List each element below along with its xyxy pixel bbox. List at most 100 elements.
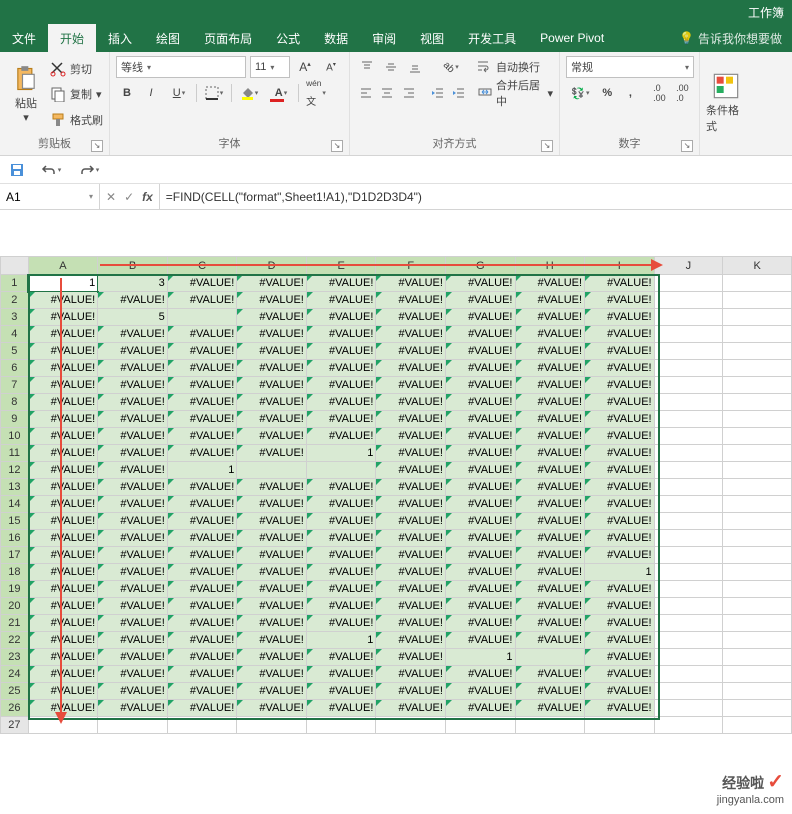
wrap-text-button[interactable]: 自动换行: [476, 56, 540, 78]
cell[interactable]: #VALUE!: [237, 666, 307, 683]
save-button[interactable]: [6, 159, 28, 181]
cell[interactable]: #VALUE!: [376, 564, 446, 581]
cell[interactable]: [723, 360, 792, 377]
align-center-button[interactable]: [378, 82, 398, 104]
cell[interactable]: #VALUE!: [237, 564, 307, 581]
cell[interactable]: #VALUE!: [445, 598, 515, 615]
cell[interactable]: #VALUE!: [585, 275, 655, 292]
formula-input[interactable]: =FIND(CELL("format",Sheet1!A1),"D1D2D3D4…: [160, 184, 792, 209]
cell[interactable]: #VALUE!: [585, 683, 655, 700]
cell[interactable]: #VALUE!: [237, 598, 307, 615]
row-header[interactable]: 18: [1, 564, 29, 581]
cell[interactable]: #VALUE!: [237, 275, 307, 292]
cell[interactable]: #VALUE!: [98, 649, 168, 666]
cell[interactable]: [654, 428, 723, 445]
redo-button[interactable]: ▾: [74, 159, 104, 181]
cell[interactable]: #VALUE!: [306, 700, 376, 717]
cell[interactable]: #VALUE!: [98, 360, 168, 377]
cell[interactable]: [654, 411, 723, 428]
cell[interactable]: [654, 292, 723, 309]
cell[interactable]: [723, 649, 792, 666]
cell[interactable]: #VALUE!: [306, 564, 376, 581]
undo-button[interactable]: ▾: [36, 159, 66, 181]
cell[interactable]: #VALUE!: [306, 326, 376, 343]
cell[interactable]: #VALUE!: [376, 309, 446, 326]
enter-formula-button[interactable]: ✓: [124, 190, 134, 204]
cell[interactable]: #VALUE!: [585, 411, 655, 428]
cell[interactable]: #VALUE!: [515, 292, 585, 309]
cell[interactable]: #VALUE!: [98, 615, 168, 632]
tab-home[interactable]: 开始: [48, 24, 96, 52]
cell[interactable]: #VALUE!: [515, 462, 585, 479]
cell[interactable]: #VALUE!: [306, 411, 376, 428]
cell[interactable]: #VALUE!: [445, 683, 515, 700]
cell[interactable]: #VALUE!: [585, 649, 655, 666]
cell[interactable]: 5: [98, 309, 168, 326]
cell[interactable]: #VALUE!: [376, 411, 446, 428]
cell[interactable]: #VALUE!: [28, 666, 98, 683]
cell[interactable]: #VALUE!: [98, 564, 168, 581]
cell[interactable]: [654, 343, 723, 360]
cell[interactable]: #VALUE!: [167, 564, 237, 581]
cell[interactable]: [654, 513, 723, 530]
cell[interactable]: #VALUE!: [167, 649, 237, 666]
cell[interactable]: #VALUE!: [28, 360, 98, 377]
row-header[interactable]: 15: [1, 513, 29, 530]
cell[interactable]: #VALUE!: [28, 649, 98, 666]
cell[interactable]: [515, 649, 585, 666]
cell[interactable]: #VALUE!: [28, 326, 98, 343]
cell[interactable]: #VALUE!: [445, 513, 515, 530]
cell[interactable]: 1: [585, 564, 655, 581]
cell[interactable]: [723, 411, 792, 428]
cell[interactable]: [98, 717, 168, 734]
row-header[interactable]: 9: [1, 411, 29, 428]
cell[interactable]: #VALUE!: [445, 377, 515, 394]
cell[interactable]: #VALUE!: [376, 666, 446, 683]
cell[interactable]: #VALUE!: [376, 683, 446, 700]
cell[interactable]: [723, 479, 792, 496]
cell[interactable]: #VALUE!: [445, 394, 515, 411]
cell[interactable]: #VALUE!: [167, 547, 237, 564]
cell[interactable]: #VALUE!: [167, 598, 237, 615]
cell[interactable]: #VALUE!: [98, 530, 168, 547]
cell[interactable]: #VALUE!: [98, 496, 168, 513]
row-header[interactable]: 20: [1, 598, 29, 615]
cell[interactable]: #VALUE!: [167, 394, 237, 411]
accounting-format-button[interactable]: 💱▾: [566, 82, 595, 104]
cell[interactable]: #VALUE!: [237, 513, 307, 530]
cell[interactable]: #VALUE!: [98, 700, 168, 717]
cell[interactable]: #VALUE!: [585, 598, 655, 615]
cell[interactable]: 1: [167, 462, 237, 479]
cell[interactable]: #VALUE!: [585, 343, 655, 360]
cell[interactable]: #VALUE!: [376, 445, 446, 462]
cell[interactable]: #VALUE!: [306, 683, 376, 700]
cell[interactable]: #VALUE!: [98, 394, 168, 411]
cancel-formula-button[interactable]: ✕: [106, 190, 116, 204]
cell[interactable]: #VALUE!: [515, 479, 585, 496]
cell[interactable]: #VALUE!: [515, 360, 585, 377]
column-header[interactable]: K: [723, 257, 792, 275]
align-left-button[interactable]: [356, 82, 376, 104]
align-top-button[interactable]: [356, 56, 378, 78]
cell[interactable]: #VALUE!: [28, 683, 98, 700]
cell[interactable]: [654, 445, 723, 462]
row-header[interactable]: 22: [1, 632, 29, 649]
row-header[interactable]: 6: [1, 360, 29, 377]
cell[interactable]: #VALUE!: [585, 479, 655, 496]
cell[interactable]: #VALUE!: [98, 428, 168, 445]
row-header[interactable]: 19: [1, 581, 29, 598]
cell[interactable]: #VALUE!: [306, 479, 376, 496]
cell[interactable]: [167, 717, 237, 734]
cell[interactable]: #VALUE!: [515, 615, 585, 632]
row-header[interactable]: 12: [1, 462, 29, 479]
row-header[interactable]: 27: [1, 717, 29, 734]
cell[interactable]: #VALUE!: [376, 615, 446, 632]
bold-button[interactable]: B: [116, 82, 138, 104]
cell[interactable]: #VALUE!: [445, 581, 515, 598]
cell[interactable]: #VALUE!: [585, 360, 655, 377]
cell[interactable]: [654, 683, 723, 700]
cell[interactable]: [167, 309, 237, 326]
cell[interactable]: #VALUE!: [237, 394, 307, 411]
cell[interactable]: [654, 326, 723, 343]
tab-developer[interactable]: 开发工具: [456, 24, 528, 52]
